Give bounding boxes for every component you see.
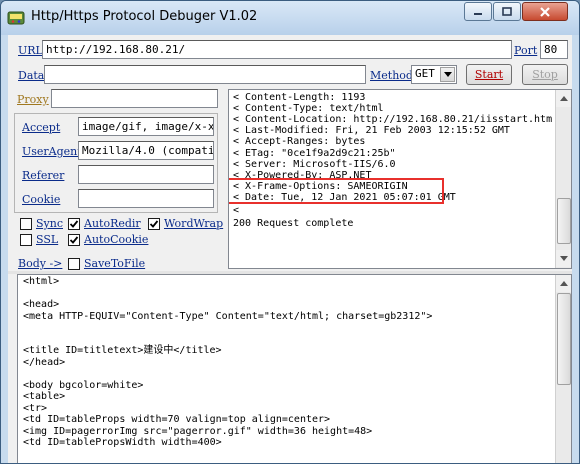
header-line: < Server: Microsoft-IIS/6.0 — [233, 159, 396, 170]
stop-label: Stop — [532, 68, 558, 81]
savetofile-checkbox[interactable]: SaveToFile — [68, 257, 145, 270]
arrow-down-icon — [560, 256, 568, 261]
data-label: Data — [18, 69, 45, 82]
close-icon — [540, 6, 550, 17]
useragent-label: UserAgent — [22, 145, 82, 158]
autocookie-checkbox[interactable]: AutoCookie — [68, 233, 148, 246]
start-button[interactable]: Start — [466, 64, 512, 85]
body-line: <meta HTTP-EQUIV="Content-Type" Content=… — [23, 311, 433, 322]
response-body-pane[interactable]: <html> <head> <meta HTTP-EQUIV="Content-… — [17, 274, 572, 463]
body-line: <body bgcolor=white> — [23, 380, 144, 391]
body-line: <td ID=tableProps width=70 valign=top al… — [23, 414, 331, 425]
header-line: < Last-Modified: Fri, 21 Feb 2003 12:15:… — [233, 125, 510, 136]
autocookie-label: AutoCookie — [84, 233, 149, 246]
autoredir-box[interactable] — [68, 217, 80, 230]
arrow-up-icon — [560, 96, 568, 101]
close-button[interactable] — [522, 2, 568, 21]
data-input[interactable] — [44, 65, 366, 84]
url-label: URL — [18, 44, 43, 57]
checkmark-icon — [69, 235, 79, 244]
savetofile-box[interactable] — [68, 257, 80, 270]
wordwrap-label: WordWrap — [164, 217, 224, 230]
sync-checkbox[interactable]: Sync — [20, 217, 63, 230]
client-area: URL http://192.168.80.21/ Port 80 Data M… — [8, 35, 572, 463]
body-line: <td ID=tablePropsWidth width=400> — [23, 437, 222, 448]
wordwrap-box[interactable] — [148, 217, 160, 230]
sync-box[interactable] — [20, 217, 32, 230]
useragent-input[interactable]: Mozilla/4.0 (compatibl — [78, 141, 214, 160]
method-label: Method — [370, 69, 413, 82]
scroll-up-button[interactable] — [556, 90, 571, 107]
header-line: < Content-Length: 1193 — [233, 92, 366, 103]
header-line: < Content-Location: http://192.168.80.21… — [233, 114, 553, 125]
response-headers-pane[interactable]: < Content-Length: 1193 < Content-Type: t… — [228, 89, 572, 269]
body-line: <table> — [23, 391, 66, 402]
header-line: < ETag: "0ce1f9a2d9c21:25b" — [233, 148, 396, 159]
ssl-checkbox[interactable]: SSL — [20, 233, 58, 246]
body-line: <head> — [23, 299, 60, 310]
headers-scrollbar[interactable] — [555, 90, 571, 268]
body-line: <html> — [23, 276, 60, 287]
savetofile-label: SaveToFile — [84, 257, 146, 270]
body-line: <title ID=titletext>建设中</title> — [23, 345, 222, 356]
accept-label: Accept — [22, 121, 61, 134]
proxy-label: Proxy — [17, 93, 49, 106]
header-line: < Accept-Ranges: bytes — [233, 136, 366, 147]
cookie-label: Cookie — [22, 193, 61, 206]
scroll-down-button[interactable] — [556, 250, 571, 267]
body-line: </head> — [23, 357, 66, 368]
chevron-down-icon[interactable] — [440, 67, 455, 82]
start-label: Start — [474, 68, 504, 81]
autoredir-checkbox[interactable]: AutoRedir — [68, 217, 141, 230]
bug-app-icon — [7, 11, 25, 25]
proxy-input[interactable] — [51, 89, 218, 108]
autoredir-label: AutoRedir — [84, 217, 141, 230]
ssl-label: SSL — [36, 233, 59, 246]
accept-input[interactable]: image/gif, image/x-xbi — [78, 117, 214, 136]
maximize-button[interactable] — [493, 2, 521, 21]
body-line: <tr> — [23, 403, 48, 414]
port-input[interactable]: 80 — [540, 40, 568, 59]
minimize-button[interactable] — [464, 2, 492, 21]
sync-label: Sync — [36, 217, 63, 230]
body-label: Body -> — [18, 257, 63, 270]
body-scrollbar[interactable] — [555, 275, 571, 463]
maximize-icon — [502, 6, 512, 16]
header-line: < — [233, 205, 240, 216]
highlight-box — [229, 178, 444, 204]
checkmark-icon — [149, 219, 159, 228]
title-bar[interactable]: Http/Https Protocol Debuger V1.02 — [1, 1, 579, 35]
referer-label: Referer — [22, 169, 65, 182]
scroll-thumb[interactable] — [557, 198, 571, 244]
cookie-input[interactable] — [78, 189, 214, 208]
arrow-up-icon — [560, 281, 568, 286]
method-select[interactable]: GET — [411, 65, 457, 84]
wordwrap-checkbox[interactable]: WordWrap — [148, 217, 223, 230]
status-line: 200 Request complete — [233, 218, 354, 229]
window-title: Http/Https Protocol Debuger V1.02 — [31, 9, 258, 24]
scroll-thumb[interactable] — [557, 293, 571, 385]
minimize-icon — [474, 12, 482, 15]
referer-input[interactable] — [78, 165, 214, 184]
port-label: Port — [514, 44, 538, 57]
ssl-box[interactable] — [20, 233, 32, 246]
header-line: < Content-Type: text/html — [233, 103, 384, 114]
url-input[interactable]: http://192.168.80.21/ — [42, 40, 512, 59]
checkmark-icon — [69, 219, 79, 228]
stop-button[interactable]: Stop — [522, 64, 568, 85]
method-value: GET — [415, 67, 435, 80]
app-window: Http/Https Protocol Debuger V1.02 URL ht… — [0, 0, 580, 464]
body-line: <img ID=pagerrorImg src="pagerror.gif" w… — [23, 426, 373, 437]
scroll-up-button[interactable] — [556, 275, 571, 292]
autocookie-box[interactable] — [68, 233, 80, 246]
